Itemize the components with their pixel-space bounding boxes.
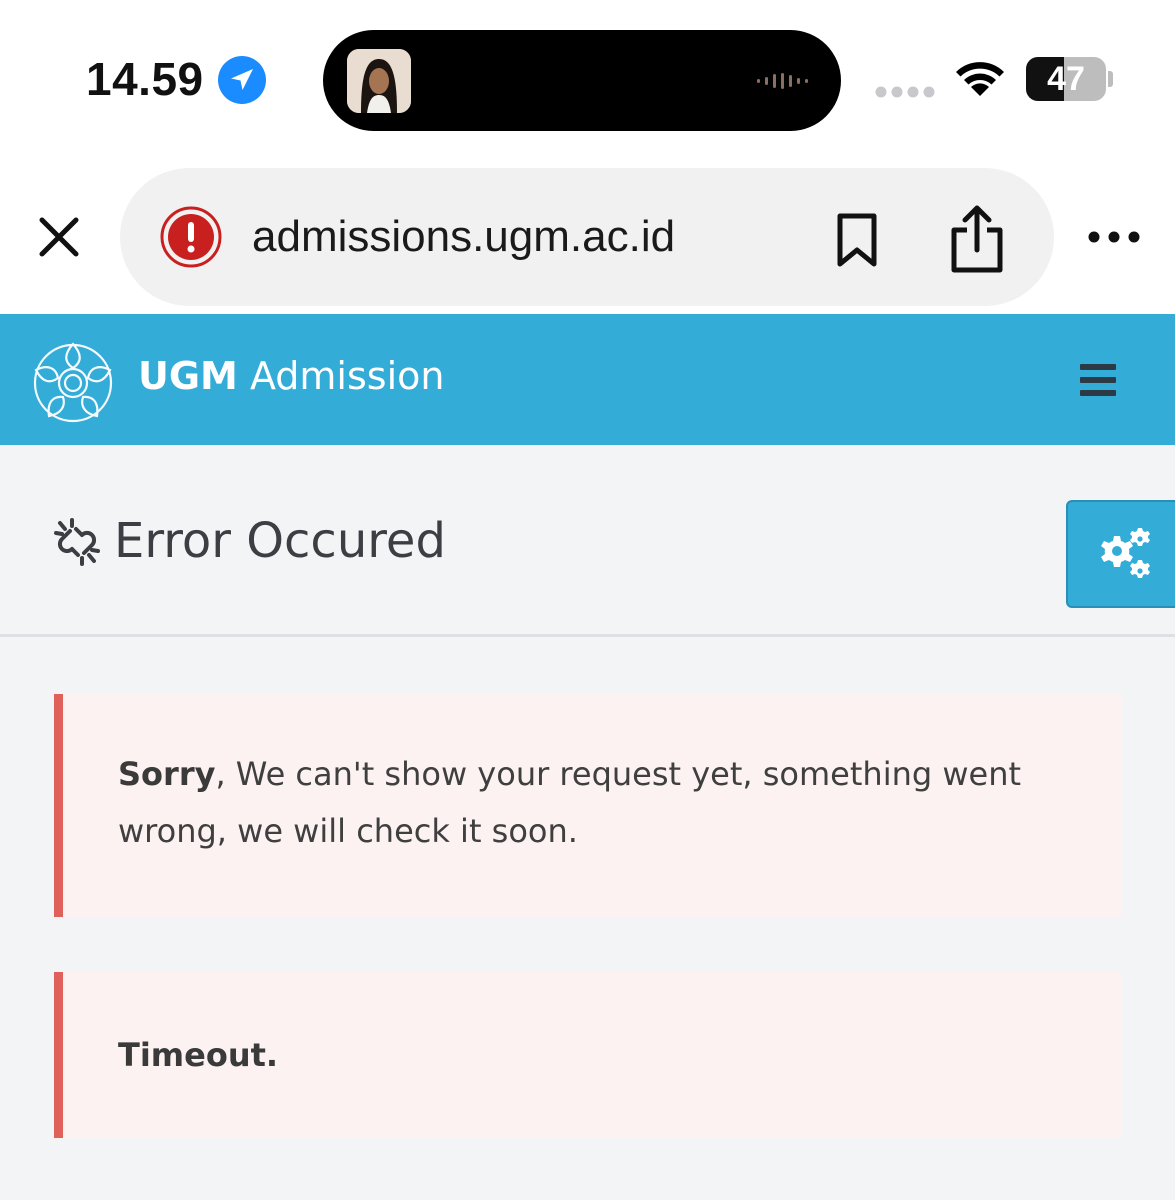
error-message-bold: Sorry xyxy=(118,755,216,793)
timeout-alert: Timeout. xyxy=(54,972,1121,1138)
page-title-row: Error Occured xyxy=(0,445,1175,637)
battery-level: 47 xyxy=(1047,60,1085,98)
unlink-icon xyxy=(54,518,100,566)
ugm-logo-icon[interactable] xyxy=(30,340,116,426)
status-bar: 14.59 47 xyxy=(0,0,1175,160)
battery-icon: 47 xyxy=(1026,57,1114,101)
bookmark-icon[interactable] xyxy=(832,212,882,268)
brand-bold: UGM xyxy=(138,354,238,398)
signal-dots-icon xyxy=(875,86,935,98)
close-icon[interactable] xyxy=(30,208,88,266)
status-time: 14.59 xyxy=(86,53,204,105)
avatar xyxy=(347,49,411,113)
browser-toolbar: admissions.ugm.ac.id xyxy=(0,160,1175,314)
timeout-message: Timeout. xyxy=(118,1027,278,1084)
error-message: Sorry, We can't show your request yet, s… xyxy=(118,746,1108,860)
site-header: UGM Admission xyxy=(0,314,1175,445)
warning-icon[interactable] xyxy=(160,206,222,268)
timeout-label: Timeout. xyxy=(118,1036,279,1074)
location-arrow-icon xyxy=(218,56,266,104)
share-icon[interactable] xyxy=(946,204,1008,276)
page-title: Error Occured xyxy=(114,513,446,569)
audio-wave-icon xyxy=(757,73,808,89)
address-bar[interactable]: admissions.ugm.ac.id xyxy=(120,168,1054,306)
gears-icon xyxy=(1101,528,1150,578)
error-alert: Sorry, We can't show your request yet, s… xyxy=(54,694,1121,917)
error-message-rest: , We can't show your request yet, someth… xyxy=(118,755,1022,850)
url-text[interactable]: admissions.ugm.ac.id xyxy=(252,212,675,262)
wifi-icon xyxy=(956,62,1004,96)
dynamic-island[interactable] xyxy=(323,30,841,131)
hamburger-menu-icon[interactable] xyxy=(1080,364,1116,396)
brand-rest: Admission xyxy=(237,354,445,398)
site-brand[interactable]: UGM Admission xyxy=(138,354,444,398)
more-icon[interactable] xyxy=(1086,222,1142,252)
settings-button[interactable] xyxy=(1066,500,1175,608)
